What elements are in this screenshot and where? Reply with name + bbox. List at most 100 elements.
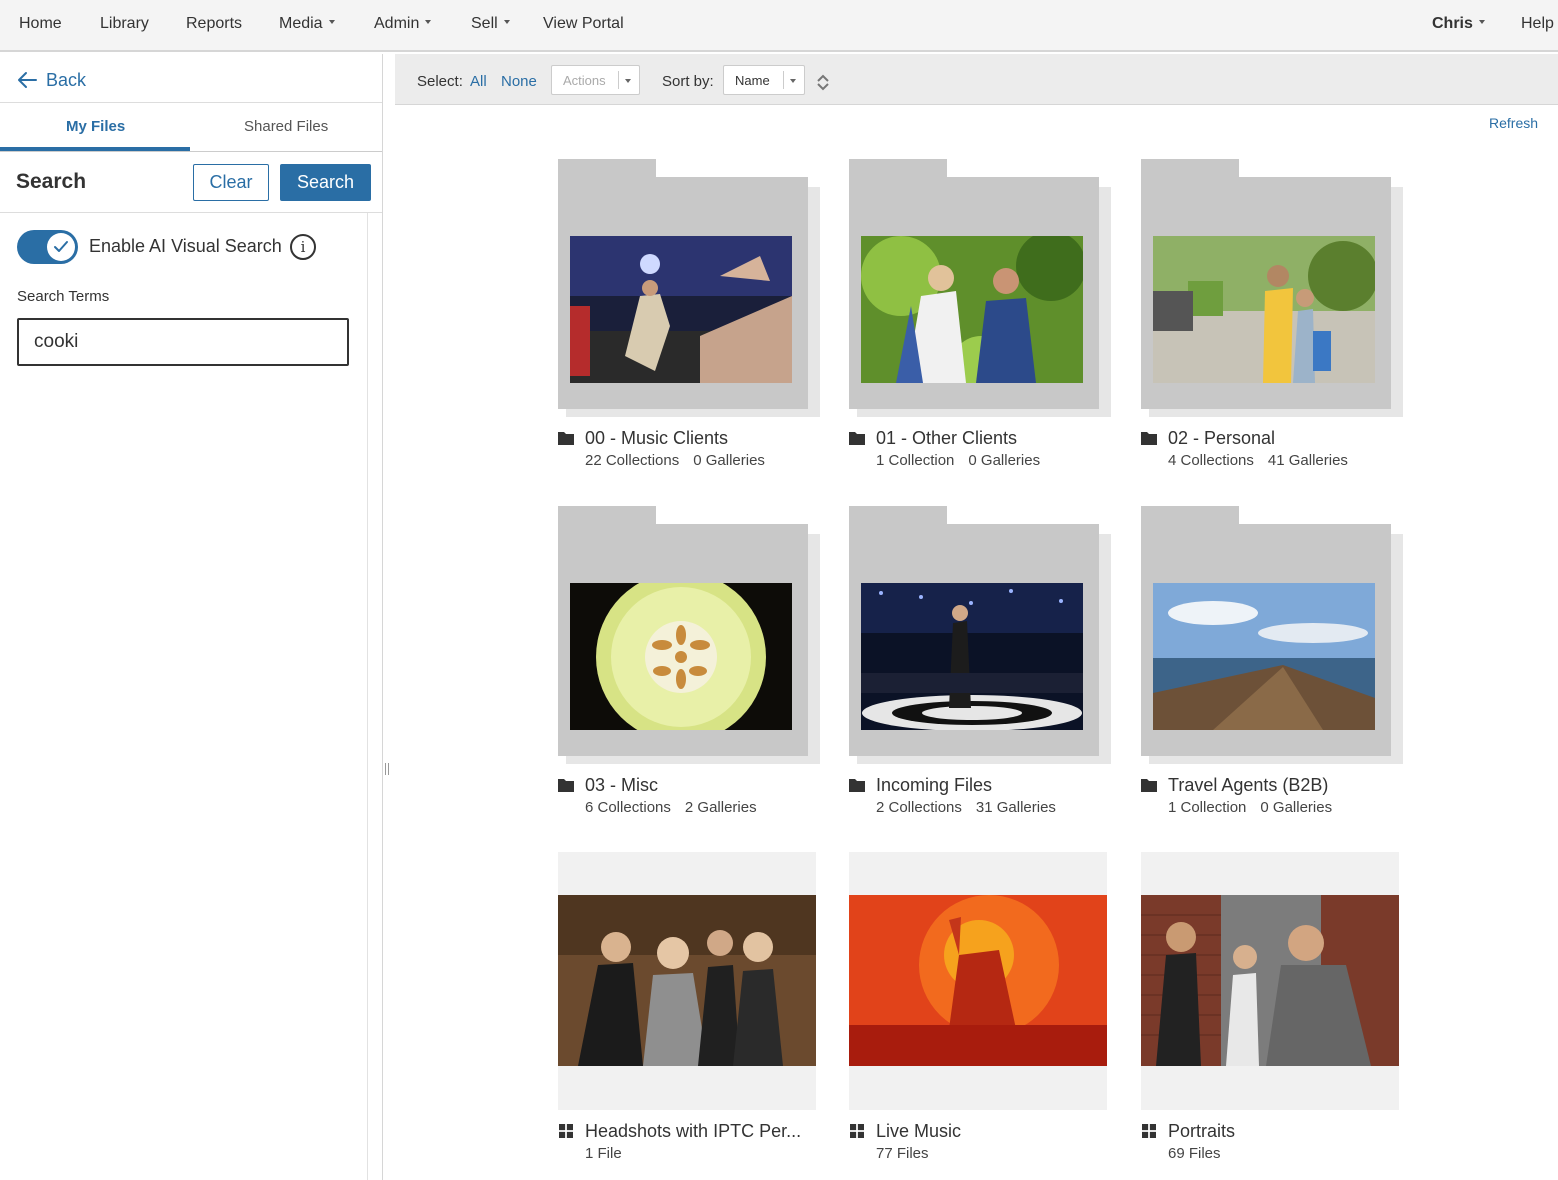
folder-thumbnail — [1153, 583, 1375, 730]
nav-help[interactable]: Help — [1521, 15, 1554, 33]
collections-count: 4 Collections — [1168, 452, 1254, 469]
caret-down-icon — [625, 79, 631, 83]
nav-admin-label: Admin — [374, 15, 420, 32]
nav-view-portal[interactable]: View Portal — [543, 15, 624, 33]
galleries-count: 0 Galleries — [693, 452, 765, 469]
folder-thumbnail — [570, 583, 792, 730]
folder-meta: 1 Collection 0 Galleries — [876, 452, 1040, 469]
sort-label: Sort by: — [662, 73, 714, 90]
nav-library[interactable]: Library — [100, 15, 149, 33]
back-link[interactable]: Back — [16, 68, 86, 92]
gallery-title[interactable]: Live Music — [876, 1121, 961, 1142]
nav-home[interactable]: Home — [19, 15, 62, 33]
gallery-title[interactable]: Portraits — [1168, 1121, 1235, 1142]
collections-count: 6 Collections — [585, 799, 671, 816]
search-button[interactable]: Search — [280, 164, 371, 201]
collections-count: 22 Collections — [585, 452, 680, 469]
gallery-meta: 77 Files — [876, 1145, 929, 1162]
gallery-thumbnail — [1141, 895, 1399, 1066]
gallery-frame — [558, 852, 816, 1110]
sort-dropdown[interactable]: Name — [723, 65, 805, 95]
nav-sell-label: Sell — [471, 15, 498, 32]
folder-title[interactable]: 02 - Personal — [1168, 428, 1275, 449]
search-heading: Search — [16, 170, 87, 193]
info-icon[interactable]: i — [290, 234, 316, 260]
arrow-left-icon — [18, 72, 37, 88]
folder-body — [558, 177, 808, 409]
folder-icon — [1141, 432, 1157, 445]
folder-title[interactable]: Incoming Files — [876, 775, 992, 796]
sidebar: Back My Files Shared Files Search Clear … — [0, 54, 383, 1180]
files-count: 69 Files — [1168, 1145, 1221, 1162]
folder-body — [1141, 177, 1391, 409]
folder-title[interactable]: 00 - Music Clients — [585, 428, 728, 449]
select-all-link[interactable]: All — [470, 73, 487, 90]
gallery-title[interactable]: Headshots with IPTC Per... — [585, 1121, 801, 1142]
folder-title[interactable]: 01 - Other Clients — [876, 428, 1017, 449]
toolbar: Select: All None Actions Sort by: Name — [395, 54, 1558, 105]
back-label: Back — [46, 69, 87, 90]
folder-title[interactable]: Travel Agents (B2B) — [1168, 775, 1328, 796]
divider — [0, 212, 382, 213]
collections-count: 1 Collection — [1168, 799, 1247, 816]
folder-meta: 6 Collections 2 Galleries — [585, 799, 757, 816]
caret-down-icon — [1478, 19, 1485, 24]
folder-icon — [558, 432, 574, 445]
actions-dropdown[interactable]: Actions — [551, 65, 640, 95]
galleries-count: 2 Galleries — [684, 799, 757, 816]
divider — [0, 102, 382, 103]
folder-title[interactable]: 03 - Misc — [585, 775, 658, 796]
dropdown-divider — [783, 71, 784, 89]
folder-meta: 4 Collections 41 Galleries — [1168, 452, 1348, 469]
clear-button[interactable]: Clear — [193, 164, 269, 201]
tab-my-files[interactable]: My Files — [66, 118, 125, 135]
folder-meta: 1 Collection 0 Galleries — [1168, 799, 1332, 816]
files-count: 1 File — [585, 1145, 622, 1162]
nav-reports[interactable]: Reports — [186, 15, 242, 33]
toggle-knob — [47, 233, 75, 261]
sort-value: Name — [735, 73, 770, 88]
nav-user-menu[interactable]: Chris — [1432, 15, 1485, 33]
nav-media[interactable]: Media — [279, 15, 335, 33]
sort-toggle-icon[interactable] — [816, 73, 830, 91]
gallery-thumbnail — [849, 895, 1107, 1066]
gallery-frame — [849, 852, 1107, 1110]
files-count: 77 Files — [876, 1145, 929, 1162]
panel-scrollbar[interactable] — [367, 213, 368, 1180]
folder-thumbnail — [570, 236, 792, 383]
nav-media-label: Media — [279, 15, 323, 32]
nav-admin[interactable]: Admin — [374, 15, 432, 33]
select-label: Select: — [417, 73, 463, 90]
ai-visual-search-toggle[interactable] — [17, 230, 78, 264]
galleries-count: 0 Galleries — [968, 452, 1041, 469]
select-none-link[interactable]: None — [501, 73, 537, 90]
folder-icon — [558, 779, 574, 792]
gallery-grid-icon — [850, 1124, 864, 1138]
folder-icon — [849, 432, 865, 445]
galleries-count: 31 Galleries — [975, 799, 1056, 816]
gallery-meta: 1 File — [585, 1145, 622, 1162]
gallery-meta: 69 Files — [1168, 1145, 1221, 1162]
galleries-count: 41 Galleries — [1267, 452, 1348, 469]
caret-down-icon — [425, 19, 432, 24]
folder-icon — [849, 779, 865, 792]
folder-body — [558, 524, 808, 756]
tab-shared-files[interactable]: Shared Files — [244, 118, 328, 135]
gallery-grid-icon — [1142, 1124, 1156, 1138]
folder-meta: 2 Collections 31 Galleries — [876, 799, 1056, 816]
refresh-link[interactable]: Refresh — [1489, 115, 1538, 131]
folder-icon — [1141, 779, 1157, 792]
actions-label: Actions — [563, 73, 606, 88]
collections-count: 1 Collection — [876, 452, 955, 469]
resize-handle[interactable] — [385, 763, 389, 775]
search-terms-label: Search Terms — [17, 288, 110, 305]
nav-sell[interactable]: Sell — [471, 15, 510, 33]
top-nav: Home Library Reports Media Admin Sell Vi… — [0, 0, 1558, 52]
divider — [0, 151, 382, 152]
folder-body — [849, 177, 1099, 409]
collections-count: 2 Collections — [876, 799, 962, 816]
folder-body — [1141, 524, 1391, 756]
dropdown-divider — [618, 71, 619, 89]
gallery-thumbnail — [558, 895, 816, 1066]
search-terms-input[interactable] — [17, 318, 349, 366]
